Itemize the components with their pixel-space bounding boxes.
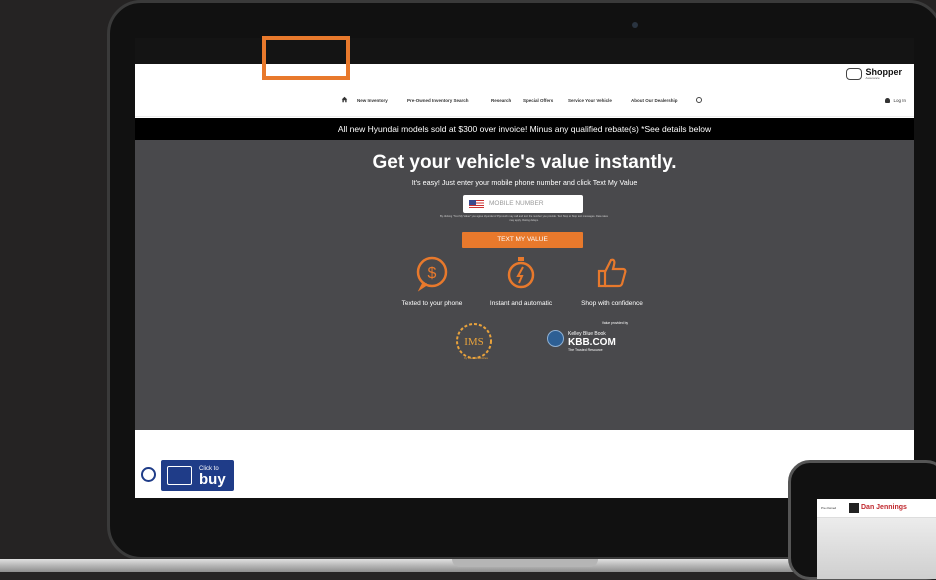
svg-text:IMS: IMS: [464, 336, 484, 348]
car-screen-icon: [167, 466, 192, 485]
thumbs-up-icon: [597, 258, 627, 288]
mobile-number-input[interactable]: MOBILE NUMBER: [463, 195, 583, 213]
promo-banner: All new Hyundai models sold at $300 over…: [135, 118, 914, 140]
search-icon[interactable]: [696, 97, 702, 103]
text-my-value-button[interactable]: TEXT MY VALUE: [462, 232, 583, 248]
dollar-circle-icon: $: [416, 256, 448, 292]
phone-frame: Pre-Owned Dan Jennings: [788, 460, 936, 580]
login-label: Log In: [893, 98, 906, 103]
shopper-shield-icon: [846, 68, 863, 80]
kbb-seal-icon: [547, 330, 564, 347]
nav-special-offers[interactable]: Special Offers: [523, 98, 553, 103]
accessibility-icon[interactable]: [141, 467, 156, 482]
site-header: Shopper Assurance: [135, 64, 914, 88]
click-to-buy-button[interactable]: Click to buy: [161, 460, 234, 491]
mobile-placeholder: MOBILE NUMBER: [489, 200, 544, 207]
consent-fine-print: By clicking "Text My Value" you agree Hy…: [440, 215, 608, 222]
preowned-highlight-box: [262, 36, 350, 80]
hero-subtitle: It's easy! Just enter your mobile phone …: [411, 178, 638, 187]
nav-research[interactable]: Research: [491, 98, 511, 103]
kbb-logo-text: KBB.COM: [568, 337, 616, 348]
phone-screen: Pre-Owned Dan Jennings: [817, 499, 936, 579]
feature-label-confidence: Shop with confidence: [581, 300, 643, 307]
dealer-logo-icon: [849, 503, 859, 513]
browser-topbar: [135, 38, 914, 64]
dealer-name: Dan Jennings: [861, 504, 907, 511]
login-link[interactable]: Log In: [885, 98, 906, 103]
phone-preowned-label: Pre-Owned: [821, 506, 837, 510]
hero-title: Get your vehicle's value instantly.: [372, 152, 677, 173]
webcam: [632, 22, 638, 28]
us-flag-icon[interactable]: [469, 200, 484, 208]
shopper-name: Shopper: [865, 67, 902, 77]
user-icon: [885, 98, 891, 103]
nav-new-inventory[interactable]: New Inventory: [357, 98, 388, 103]
nav-about[interactable]: About Our Dealership: [631, 98, 678, 103]
nav-service[interactable]: Service Your Vehicle: [568, 98, 612, 103]
nav-preowned-search[interactable]: Pre-Owned Inventory Search: [407, 98, 469, 103]
feature-confidence: Shop with confidence: [557, 252, 667, 307]
website-screen: Shopper Assurance New Inventory Pre-Owne…: [135, 38, 914, 498]
main-nav: New Inventory Pre-Owned Inventory Search…: [135, 88, 914, 117]
phone-header: Pre-Owned Dan Jennings: [817, 499, 936, 518]
shopper-assurance-logo[interactable]: Shopper Assurance: [846, 68, 902, 80]
ims-byline: by PowerIndustries: [464, 356, 488, 360]
buy-label: buy: [199, 471, 226, 488]
kbb-line-2: The Trusted Resource: [568, 348, 603, 352]
stopwatch-icon: [507, 257, 535, 289]
home-icon[interactable]: [341, 96, 348, 103]
value-hero: Get your vehicle's value instantly. It's…: [135, 140, 914, 430]
svg-text:$: $: [428, 265, 437, 282]
laptop-base-notch: [452, 559, 598, 567]
kbb-provided-by: Value provided by: [601, 321, 629, 325]
phone-hero-image: [817, 518, 936, 579]
